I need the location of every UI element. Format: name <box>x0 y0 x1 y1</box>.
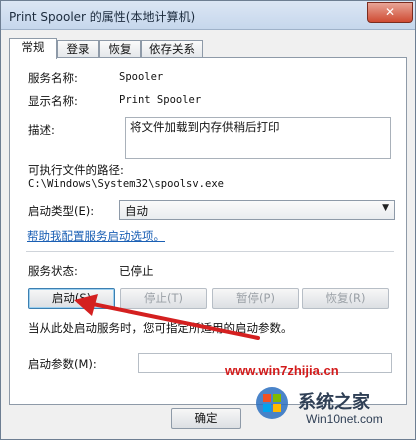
display-name-value: Print Spooler <box>119 94 202 106</box>
tab-logon[interactable]: 登录 <box>57 40 99 58</box>
pause-button[interactable]: 暂停(P) <box>212 288 299 309</box>
divider <box>26 251 394 252</box>
startup-hint: 当从此处启动服务时，您可指定所适用的启动参数。 <box>28 321 293 335</box>
chevron-down-icon: ▼ <box>382 203 389 213</box>
service-name-label: 服务名称: <box>28 71 78 85</box>
title-bar: Print Spooler 的属性(本地计算机) ✕ <box>1 1 415 30</box>
start-button[interactable]: 启动(S) <box>28 288 115 309</box>
resume-button[interactable]: 恢复(R) <box>302 288 389 309</box>
description-label: 描述: <box>28 123 55 137</box>
general-panel: 服务名称: Spooler 显示名称: Print Spooler 描述: 将文… <box>9 57 407 405</box>
window-title: Print Spooler 的属性(本地计算机) <box>9 10 196 24</box>
startup-type-value: 自动 <box>125 204 148 218</box>
path-label: 可执行文件的路径: <box>28 163 124 177</box>
windows-logo-icon <box>256 387 288 419</box>
tab-dependencies[interactable]: 依存关系 <box>141 40 203 58</box>
watermark-brand: 系统之家 <box>298 392 370 412</box>
watermark-url: www.win7zhijia.cn <box>225 363 339 378</box>
tab-general[interactable]: 常规 <box>9 38 57 59</box>
tab-recovery[interactable]: 恢复 <box>99 40 141 58</box>
startup-type-label: 启动类型(E): <box>28 204 95 218</box>
params-label: 启动参数(M): <box>28 357 97 371</box>
status-label: 服务状态: <box>28 264 78 278</box>
stop-button[interactable]: 停止(T) <box>120 288 207 309</box>
service-name-value: Spooler <box>119 71 164 83</box>
description-box[interactable]: 将文件加载到内存供稍后打印 <box>125 117 391 159</box>
help-link[interactable]: 帮助我配置服务启动选项。 <box>27 228 165 244</box>
close-button[interactable]: ✕ <box>367 2 413 23</box>
watermark-sub: Win10net.com <box>306 412 383 426</box>
path-value: C:\Windows\System32\spoolsv.exe <box>28 178 224 190</box>
startup-type-select[interactable]: 自动 ▼ <box>119 200 395 220</box>
display-name-label: 显示名称: <box>28 94 78 108</box>
properties-dialog: Print Spooler 的属性(本地计算机) ✕ 常规 登录 恢复 依存关系… <box>0 0 416 440</box>
ok-button[interactable]: 确定 <box>171 408 241 429</box>
close-icon: ✕ <box>384 5 396 19</box>
status-value: 已停止 <box>119 264 154 278</box>
